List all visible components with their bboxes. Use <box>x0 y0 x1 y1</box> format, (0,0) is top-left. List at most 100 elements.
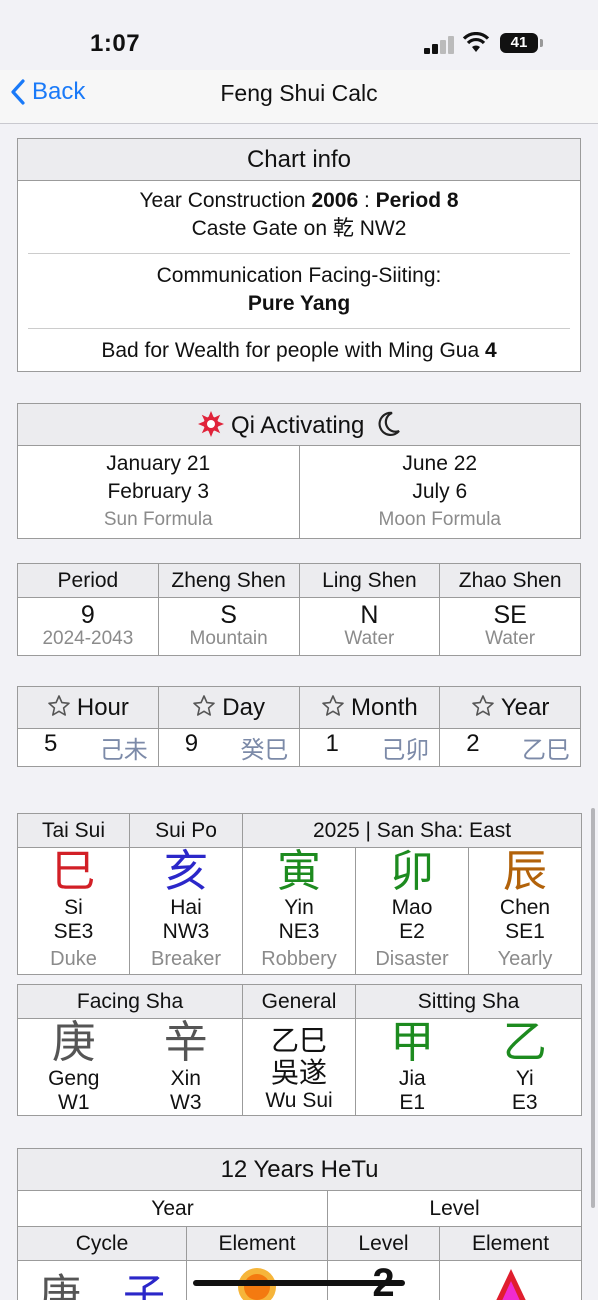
branch-desc: Yearly <box>497 948 553 970</box>
chart-info-header: Chart info <box>17 138 581 181</box>
stem-char: 辛 <box>163 1017 208 1068</box>
branch-pinyin: Mao <box>391 896 433 919</box>
period-table: Period Zheng Shen Ling Shen Zhao Shen 92… <box>17 563 581 656</box>
tai-sui-header: Tai Sui <box>17 813 130 848</box>
hetu-table: 12 Years HeTu Year Level Cycle Element L… <box>16 1148 583 1300</box>
year-group-header: Year <box>17 1190 328 1227</box>
year-number: 2 <box>466 730 480 757</box>
chart-info-body: Year Construction 2006 : Period 8 Caste … <box>17 180 581 372</box>
year-label: Year <box>500 693 550 721</box>
period-cell: 9 2024-2043 <box>17 597 159 656</box>
tai-sui-cell: 巳 Si SE3 Duke <box>17 846 130 975</box>
month-ganzhi: 己卯 <box>381 737 430 764</box>
moon-formula-cell: June 22 July 6 Moon Formula <box>298 445 581 539</box>
stem-pinyin: Yi <box>515 1067 534 1090</box>
navigation-bar: Back Feng Shui Calc <box>0 70 598 124</box>
battery-icon: 41 <box>500 33 543 53</box>
sun-date-2: February 3 <box>107 480 210 503</box>
zheng-shen-value: S <box>220 600 237 629</box>
level-header: Level <box>327 1226 440 1261</box>
sui-po-cell: 亥 Hai NW3 Breaker <box>129 846 243 975</box>
qi-header: Qi Activating <box>17 403 581 446</box>
stem-pinyin: Jia <box>398 1067 426 1090</box>
general-name: Wu Sui <box>265 1089 333 1112</box>
branch-direction: SE3 <box>53 920 94 943</box>
moon-formula-label: Moon Formula <box>378 509 502 530</box>
star-icon <box>193 694 216 716</box>
star-icon <box>472 694 494 716</box>
month-cell: 1 己卯 <box>298 728 441 767</box>
stem-char: 甲 <box>390 1017 435 1068</box>
hour-label: Hour <box>76 693 129 721</box>
branch-char: 寅 <box>277 846 321 897</box>
zheng-shen-sub: Mountain <box>189 627 268 649</box>
wifi-icon <box>462 32 490 52</box>
branch-direction: E2 <box>399 920 425 943</box>
communication-label: Communication Facing-Siiting: <box>156 264 442 287</box>
day-header[interactable]: Day <box>157 686 300 729</box>
year-ganzhi: 乙巳 <box>522 737 570 764</box>
cycle-branch: 子 <box>123 1271 166 1300</box>
zhao-shen-header: Zhao Shen <box>439 563 581 598</box>
stem-direction: W3 <box>170 1091 202 1114</box>
ling-shen-sub: Water <box>344 627 395 649</box>
moon-date-2: July 6 <box>412 480 468 503</box>
year-element-header: Element <box>186 1226 328 1261</box>
branch-pinyin: Yin <box>284 896 314 919</box>
status-time: 1:07 <box>90 30 141 57</box>
hour-number: 5 <box>44 730 58 757</box>
month-header[interactable]: Month <box>298 686 441 729</box>
day-cell: 9 癸巳 <box>157 728 300 767</box>
ling-shen-value: N <box>360 600 379 629</box>
cycle-cell: 庚子 <box>17 1260 187 1300</box>
yi-cell: 乙 Yi E3 <box>468 1017 583 1116</box>
moon-date-1: June 22 <box>402 452 478 475</box>
hour-ganzhi: 己未 <box>99 737 148 764</box>
zheng-shen-cell: S Mountain <box>157 597 300 656</box>
sun-formula-cell: January 21 February 3 Sun Formula <box>17 445 300 539</box>
sun-icon <box>197 410 224 437</box>
cycle-header: Cycle <box>17 1226 187 1261</box>
month-number: 1 <box>325 730 339 757</box>
day-label: Day <box>222 693 265 721</box>
level-group-header: Level <box>326 1190 583 1227</box>
star-icon <box>322 694 344 716</box>
branch-desc: Disaster <box>375 948 449 970</box>
sun-formula-label: Sun Formula <box>103 509 213 530</box>
scroll-indicator[interactable] <box>591 808 595 1208</box>
branch-char: 巳 <box>51 846 96 897</box>
stem-char: 乙 <box>502 1017 547 1068</box>
zheng-shen-header: Zheng Shen <box>157 563 300 598</box>
moon-icon <box>378 411 400 436</box>
time-pillars-table: Hour Day Month Year 5 己未 9 癸巳 1 己卯 2 乙巳 <box>17 686 581 767</box>
cycle-stem: 庚 <box>38 1271 81 1300</box>
day-ganzhi: 癸巳 <box>240 737 289 764</box>
wealth-label: Bad for Wealth for people with Ming Gua <box>101 339 485 362</box>
robbery-cell: 寅 Yin NE3 Robbery <box>242 846 356 975</box>
general-year: 乙巳 <box>271 1025 328 1056</box>
qi-header-label: Qi Activating <box>230 411 365 439</box>
branch-direction: NW3 <box>162 920 210 943</box>
zhao-shen-sub: Water <box>485 627 536 649</box>
year-cell: 2 乙巳 <box>439 728 581 767</box>
year-value: 2006 <box>311 189 359 212</box>
yearly-cell: 辰 Chen SE1 Yearly <box>467 847 583 975</box>
branch-char: 亥 <box>164 846 208 897</box>
jia-cell: 甲 Jia E1 <box>355 1017 469 1116</box>
disaster-cell: 卯 Mao E2 Disaster <box>355 847 469 975</box>
year-header[interactable]: Year <box>439 686 581 729</box>
sitting-sha-header: Sitting Sha <box>355 984 583 1019</box>
facing-sha-header: Facing Sha <box>16 984 244 1019</box>
stem-direction: E3 <box>511 1091 538 1114</box>
wealth-line: Bad for Wealth for people with Ming Gua … <box>28 337 570 365</box>
colon: : <box>358 189 376 212</box>
hour-cell: 5 己未 <box>17 728 159 767</box>
sun-date-1: January 21 <box>106 452 211 475</box>
period-value: 9 <box>80 600 95 629</box>
level-element-cell <box>438 1260 583 1300</box>
zhao-shen-value: SE <box>493 600 527 629</box>
stem-pinyin: Geng <box>48 1067 100 1090</box>
day-number: 9 <box>184 730 199 757</box>
hour-header[interactable]: Hour <box>17 686 159 729</box>
stem-direction: E1 <box>399 1091 426 1114</box>
